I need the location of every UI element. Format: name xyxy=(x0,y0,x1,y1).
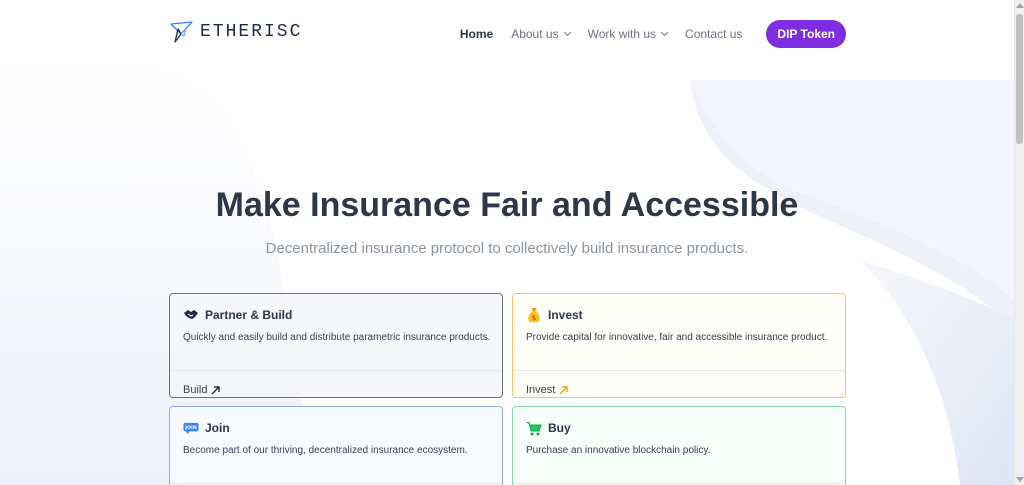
card-description: Purchase an innovative blockchain policy… xyxy=(526,445,711,456)
chevron-down-icon xyxy=(563,28,571,37)
card-buy[interactable]: Buy Purchase an innovative blockchain po… xyxy=(512,406,846,485)
handshake-icon xyxy=(183,307,199,323)
dip-token-button[interactable]: DIP Token xyxy=(766,20,846,48)
card-divider xyxy=(170,483,502,484)
card-invest[interactable]: $ Invest Provide capital for innovative,… xyxy=(512,293,846,398)
nav-about-us-label: About us xyxy=(511,27,559,41)
nav-about-us[interactable]: About us xyxy=(511,27,571,41)
page-scrollbar[interactable] xyxy=(1014,0,1024,485)
etherisc-logo[interactable]: ETHERISC xyxy=(170,21,302,43)
svg-text:$: $ xyxy=(532,314,536,322)
logo-text: ETHERISC xyxy=(200,22,303,42)
nav-contact-us-label: Contact us xyxy=(685,27,743,41)
hero-title: Make Insurance Fair and Accessible xyxy=(215,186,799,224)
card-title: Invest xyxy=(548,308,583,322)
card-title: Buy xyxy=(548,421,571,435)
card-description: Quickly and easily build and distribute … xyxy=(183,332,491,343)
money-bag-icon: $ xyxy=(526,307,542,323)
card-join[interactable]: JOIN Join Become part of our thriving, d… xyxy=(169,406,503,485)
svg-text:JOIN: JOIN xyxy=(184,425,196,431)
build-link-label: Build xyxy=(183,384,208,396)
arrow-up-right-icon xyxy=(211,385,221,394)
card-divider xyxy=(513,483,845,484)
site-header: ETHERISC Home About us Work with us Cont… xyxy=(170,18,846,50)
main-nav: Home About us Work with us Contact us DI… xyxy=(460,18,846,50)
card-description: Become part of our thriving, decentraliz… xyxy=(183,445,468,456)
card-title: Join xyxy=(205,421,230,435)
chevron-down-icon xyxy=(661,28,669,37)
arrow-up-right-icon xyxy=(559,385,569,394)
bird-logo-icon xyxy=(170,21,193,43)
cart-icon xyxy=(526,420,542,436)
hero-subtitle: Decentralized insurance protocol to coll… xyxy=(265,240,749,257)
invest-link-label: Invest xyxy=(526,384,556,396)
build-link[interactable]: Build xyxy=(170,371,502,396)
nav-work-with-us[interactable]: Work with us xyxy=(587,27,669,41)
scroll-down-arrow-icon[interactable] xyxy=(1016,477,1024,482)
scroll-up-arrow-icon[interactable] xyxy=(1016,3,1024,8)
card-partner-build[interactable]: Partner & Build Quickly and easily build… xyxy=(169,293,503,398)
card-title: Partner & Build xyxy=(205,308,293,322)
nav-contact-us[interactable]: Contact us xyxy=(685,27,742,41)
invest-link[interactable]: Invest xyxy=(513,371,845,396)
nav-home[interactable]: Home xyxy=(460,27,493,41)
nav-work-with-us-label: Work with us xyxy=(587,27,657,41)
join-badge-icon: JOIN xyxy=(183,420,199,436)
card-description: Provide capital for innovative, fair and… xyxy=(526,332,828,343)
nav-home-label: Home xyxy=(459,27,494,41)
scroll-thumb[interactable] xyxy=(1016,14,1023,144)
